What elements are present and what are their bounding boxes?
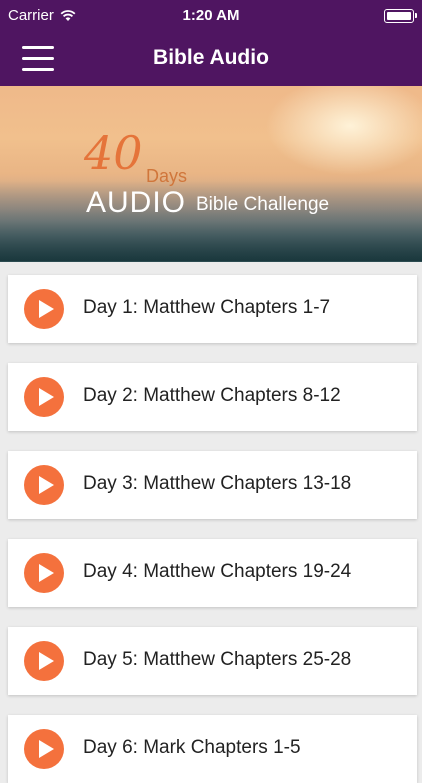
banner-challenge: Bible Challenge [196, 194, 330, 215]
day-label: Day 2: Matthew Chapters 8-12 [83, 385, 341, 406]
list-item[interactable]: Day 2: Matthew Chapters 8-12 [8, 363, 417, 431]
banner-number: 40 [84, 126, 143, 180]
clock: 1:20 AM [182, 7, 240, 24]
nav-bar: Bible Audio [0, 32, 422, 86]
banner-audio: AUDIO [86, 186, 187, 219]
day-label: Day 3: Matthew Chapters 13-18 [83, 473, 352, 494]
list-item[interactable]: Day 1: Matthew Chapters 1-7 [8, 275, 417, 343]
day-label: Day 5: Matthew Chapters 25-28 [83, 649, 352, 670]
play-icon[interactable] [24, 465, 64, 505]
play-icon[interactable] [24, 289, 64, 329]
play-icon[interactable] [24, 377, 64, 417]
battery-icon [384, 9, 417, 23]
list-item[interactable]: Day 3: Matthew Chapters 13-18 [8, 451, 417, 519]
list-item[interactable]: Day 4: Matthew Chapters 19-24 [8, 539, 417, 607]
banner-days: Days [146, 166, 188, 186]
page-title: Bible Audio [153, 46, 269, 69]
day-label: Day 4: Matthew Chapters 19-24 [83, 561, 352, 582]
list-item[interactable]: Day 5: Matthew Chapters 25-28 [8, 627, 417, 695]
list-item[interactable]: Day 6: Mark Chapters 1-5 [8, 715, 417, 783]
challenge-banner: 40 Days AUDIO Bible Challenge [0, 86, 422, 262]
play-icon[interactable] [24, 553, 64, 593]
play-icon[interactable] [24, 729, 64, 769]
play-icon[interactable] [24, 641, 64, 681]
status-bar: Carrier 1:20 AM [0, 0, 422, 32]
day-label: Day 6: Mark Chapters 1-5 [83, 737, 301, 758]
day-label: Day 1: Matthew Chapters 1-7 [83, 297, 331, 318]
